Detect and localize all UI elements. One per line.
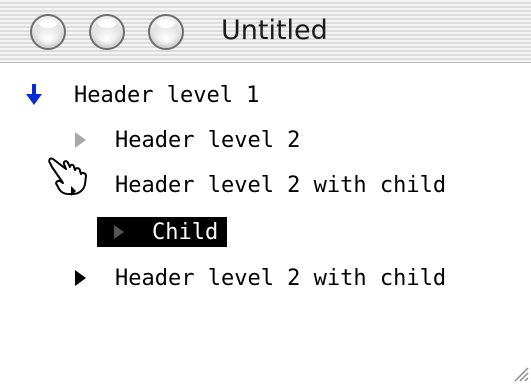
outline-row-label: Header level 2	[115, 128, 301, 153]
document-window: Untitled Header level 1 Header level 2 H…	[0, 0, 531, 384]
disclosure-disabled-icon	[75, 132, 86, 148]
outline-row-header-level-1[interactable]: Header level 1	[0, 80, 531, 112]
outline-view[interactable]: Header level 1 Header level 2 Header lev…	[0, 63, 531, 384]
outline-row-header-level-2[interactable]: Header level 2	[0, 125, 531, 157]
title-bar[interactable]: Untitled	[0, 0, 531, 63]
close-button[interactable]	[30, 14, 66, 50]
outline-row-label: Header level 1	[74, 83, 260, 108]
resize-grip-icon[interactable]	[509, 362, 529, 382]
outline-row-header-level-2-with-child-collapsed[interactable]: Header level 2 with child	[0, 263, 531, 295]
disclosure-expanded-icon[interactable]	[26, 84, 42, 106]
outline-row-label: Header level 2 with child	[115, 266, 447, 291]
window-title: Untitled	[221, 15, 328, 46]
disclosure-collapsed-icon[interactable]	[114, 225, 124, 239]
zoom-button[interactable]	[148, 14, 184, 50]
outline-row-label: Child	[152, 220, 219, 245]
outline-row-child-selected[interactable]: Child	[0, 217, 531, 249]
outline-row-label: Header level 2 with child	[115, 173, 447, 198]
minimize-button[interactable]	[89, 14, 125, 50]
disclosure-collapsed-icon[interactable]	[75, 270, 86, 286]
pointing-hand-cursor-icon	[48, 157, 87, 196]
